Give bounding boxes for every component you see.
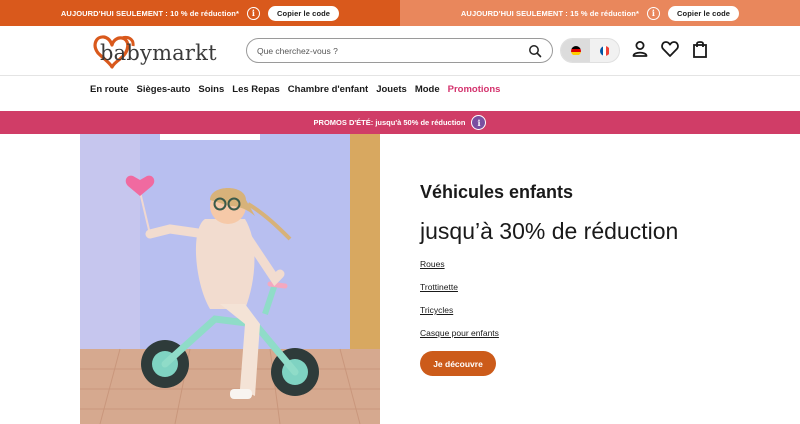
lang-fr[interactable] xyxy=(590,39,619,62)
link-roues[interactable]: Roues xyxy=(420,259,499,270)
hero-subheadline: jusqu’à 30% de réduction xyxy=(420,218,679,244)
copy-code-button[interactable]: Copier le code xyxy=(268,5,340,21)
promo-bar: AUJOURD'HUI SEULEMENT : 10 % de réductio… xyxy=(0,0,800,26)
promo-right-text: AUJOURD'HUI SEULEMENT : 15 % de réductio… xyxy=(460,8,639,18)
promo-right: AUJOURD'HUI SEULEMENT : 15 % de réductio… xyxy=(400,0,800,26)
nav-item-en-route[interactable]: En route xyxy=(90,84,129,95)
promo-left-text: AUJOURD'HUI SEULEMENT : 10 % de réductio… xyxy=(60,8,239,18)
promo-left: AUJOURD'HUI SEULEMENT : 10 % de réductio… xyxy=(0,0,400,26)
nav-item-soins[interactable]: Soins xyxy=(198,84,224,95)
main-nav: En route Sièges-auto Soins Les Repas Cha… xyxy=(90,84,500,95)
hero-image[interactable] xyxy=(80,134,380,424)
search-bar[interactable]: Que cherchez-vous ? xyxy=(246,38,553,63)
info-icon[interactable]: i xyxy=(247,6,260,20)
link-casque[interactable]: Casque pour enfants xyxy=(420,328,499,339)
copy-code-button[interactable]: Copier le code xyxy=(668,5,740,21)
link-trottinette[interactable]: Trottinette xyxy=(420,282,499,293)
search-input[interactable]: Que cherchez-vous ? xyxy=(257,46,528,56)
info-icon[interactable]: i xyxy=(471,115,487,130)
nav-item-sieges-auto[interactable]: Sièges-auto xyxy=(137,84,191,95)
search-icon[interactable] xyxy=(528,44,542,58)
shopping-bag-icon[interactable] xyxy=(690,39,710,59)
heart-icon[interactable] xyxy=(660,39,680,59)
account-icon[interactable] xyxy=(630,39,650,59)
nav-item-les-repas[interactable]: Les Repas xyxy=(232,84,280,95)
category-links: Roues Trottinette Tricycles Casque pour … xyxy=(420,259,499,339)
nav-item-jouets[interactable]: Jouets xyxy=(376,84,407,95)
nav-item-promotions[interactable]: Promotions xyxy=(448,84,501,95)
logo-text: babymarkt xyxy=(100,41,217,65)
lang-de[interactable] xyxy=(561,39,590,62)
link-tricycles[interactable]: Tricycles xyxy=(420,305,499,316)
nav-item-mode[interactable]: Mode xyxy=(415,84,440,95)
discover-button[interactable]: Je découvre xyxy=(420,351,496,376)
language-switcher[interactable] xyxy=(560,38,620,63)
info-icon[interactable]: i xyxy=(647,6,660,20)
site-header: babymarkt Que cherchez-vous ? xyxy=(0,26,800,76)
french-flag-icon xyxy=(599,45,610,56)
hero-headline: Véhicules enfants xyxy=(420,182,574,202)
nav-item-chambre[interactable]: Chambre d'enfant xyxy=(288,84,368,95)
summer-banner-text: PROMOS D'ÉTÉ: jusqu'à 50% de réduction xyxy=(313,118,466,127)
german-flag-icon xyxy=(570,45,581,56)
summer-promo-banner[interactable]: PROMOS D'ÉTÉ: jusqu'à 50% de réduction i xyxy=(0,111,800,134)
